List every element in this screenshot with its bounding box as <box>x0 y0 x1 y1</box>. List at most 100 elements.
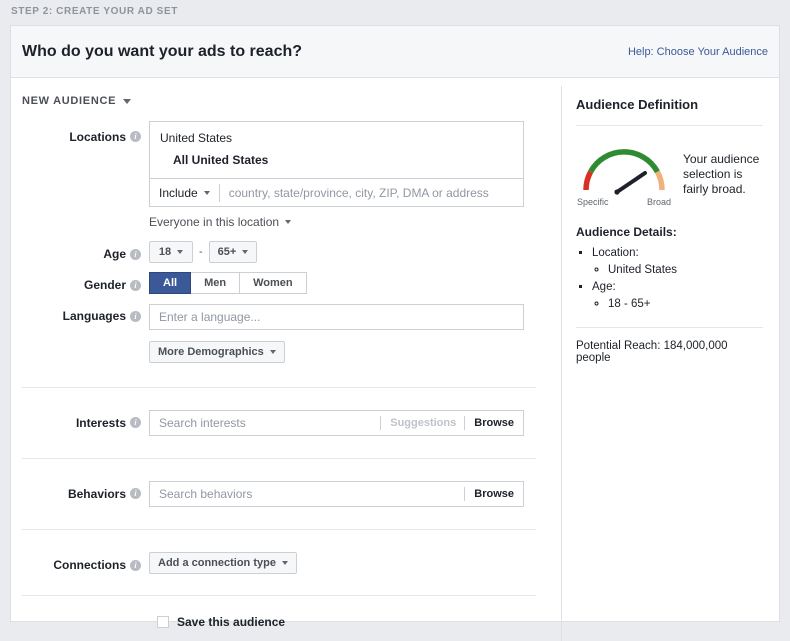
languages-placeholder: Enter a language... <box>159 310 261 324</box>
gauge-labels: Specific Broad <box>576 197 672 207</box>
gender-row: Gender i All Men Women <box>11 272 561 294</box>
behaviors-input[interactable]: Search behaviors Browse <box>149 481 524 507</box>
connections-label: Connections <box>53 558 126 572</box>
locations-sub-item[interactable]: All United States <box>160 153 513 167</box>
age-row: Age i 18 - 65+ <box>11 241 561 263</box>
behaviors-label: Behaviors <box>67 486 126 501</box>
interests-label: Interests <box>75 415 126 430</box>
info-icon[interactable]: i <box>130 559 141 571</box>
audience-gauge: Specific Broad <box>576 140 672 207</box>
card-header: Who do you want your ads to reach? Help:… <box>11 26 779 78</box>
audience-definition-title: Audience Definition <box>576 97 699 112</box>
interests-row: Interests i Search interests Suggestions… <box>11 410 561 436</box>
page-title: Who do you want your ads to reach? <box>22 42 303 60</box>
chevron-down-icon <box>242 250 249 254</box>
gender-label-group: Gender i <box>11 272 149 294</box>
sidebar-divider <box>576 327 763 328</box>
locations-label-group: Locations i <box>11 121 149 144</box>
locations-country: United States <box>160 131 233 145</box>
languages-input[interactable]: Enter a language... <box>149 304 524 330</box>
chevron-down-icon <box>177 250 184 254</box>
audience-details-list: Location: United States Age: 18 - 65+ <box>576 245 763 313</box>
interests-browse-button[interactable]: Browse <box>464 416 514 430</box>
locations-row: Locations i United States All United Sta… <box>11 121 561 229</box>
audience-definition-panel: Audience Definition Specific Broad Your … <box>562 78 779 622</box>
detail-location-values: United States <box>592 262 763 279</box>
interests-label-group: Interests i <box>11 410 149 432</box>
behaviors-field: Search behaviors Browse <box>149 481 561 507</box>
more-demographics-button[interactable]: More Demographics <box>149 341 285 363</box>
locations-input-row: Include country, state/province, city, Z… <box>150 178 523 206</box>
detail-item-location: Location: United States <box>592 245 763 279</box>
chevron-down-icon <box>285 220 292 224</box>
gender-option-women[interactable]: Women <box>240 272 307 294</box>
locations-include-label: Include <box>159 185 198 200</box>
detail-age-label: Age: <box>592 281 616 293</box>
interests-input[interactable]: Search interests Suggestions Browse <box>149 410 524 436</box>
info-icon[interactable]: i <box>130 279 141 291</box>
help-link[interactable]: Help: Choose Your Audience <box>628 46 768 58</box>
age-separator: - <box>199 246 203 258</box>
behaviors-browse-button[interactable]: Browse <box>464 487 514 501</box>
info-icon[interactable]: i <box>130 310 141 322</box>
ad-set-card: Who do you want your ads to reach? Help:… <box>10 25 780 641</box>
age-label: Age <box>103 247 126 261</box>
potential-reach: Potential Reach: 184,000,000 people <box>576 340 728 364</box>
gauge-icon <box>583 149 665 195</box>
info-icon[interactable]: i <box>130 131 141 142</box>
step-bar-label: STEP 2: CREATE YOUR AD SET <box>11 5 178 17</box>
add-connection-type-button[interactable]: Add a connection type <box>149 552 297 574</box>
gender-option-men[interactable]: Men <box>191 272 241 294</box>
languages-field: Enter a language... More Demographics <box>149 304 561 363</box>
languages-label: Languages <box>62 309 126 323</box>
section-divider <box>22 387 536 388</box>
audience-selector-label: NEW AUDIENCE <box>22 95 117 107</box>
detail-age-value: 18 - 65+ <box>608 296 763 313</box>
locations-box: United States All United States Include … <box>149 121 524 207</box>
save-audience-checkbox[interactable] <box>157 616 169 628</box>
more-demographics-wrap: More Demographics <box>149 341 536 363</box>
sidebar-divider <box>576 125 763 126</box>
info-icon[interactable]: i <box>130 488 141 499</box>
save-audience-row[interactable]: Save this audience <box>11 615 561 629</box>
interests-placeholder: Search interests <box>159 416 246 430</box>
audience-form: NEW AUDIENCE Locations i United States A… <box>11 78 561 629</box>
age-max-dropdown[interactable]: 65+ <box>208 241 258 263</box>
gender-field: All Men Women <box>149 272 561 294</box>
detail-item-age: Age: 18 - 65+ <box>592 279 763 313</box>
behaviors-placeholder: Search behaviors <box>159 487 253 501</box>
section-divider <box>22 458 536 459</box>
behaviors-label-group: Behaviors i <box>11 481 149 503</box>
age-min-dropdown[interactable]: 18 <box>149 241 193 263</box>
age-min-value: 18 <box>158 246 172 258</box>
age-label-group: Age i <box>11 241 149 263</box>
chevron-down-icon <box>269 350 276 354</box>
age-field: 18 - 65+ <box>149 241 561 263</box>
locations-selected-list: United States All United States <box>150 122 523 178</box>
audience-gauge-block: Specific Broad Your audience selection i… <box>576 140 763 207</box>
step-bar: STEP 2: CREATE YOUR AD SET <box>0 0 790 22</box>
card-body: NEW AUDIENCE Locations i United States A… <box>11 78 779 641</box>
locations-label: Locations <box>69 129 126 144</box>
info-icon[interactable]: i <box>130 248 141 260</box>
connections-field: Add a connection type <box>149 552 561 574</box>
gender-toggle-group: All Men Women <box>149 272 536 294</box>
locations-search-input[interactable]: country, state/province, city, ZIP, DMA … <box>220 186 489 200</box>
add-connection-type-label: Add a connection type <box>158 557 276 569</box>
gender-option-all[interactable]: All <box>149 272 192 294</box>
detail-location-label: Location: <box>592 247 639 259</box>
gauge-label-specific: Specific <box>577 197 609 207</box>
locations-include-dropdown[interactable]: Include <box>159 183 220 202</box>
save-audience-label: Save this audience <box>177 615 286 629</box>
behaviors-row: Behaviors i Search behaviors Browse <box>11 481 561 507</box>
gauge-description: Your audience selection is fairly broad. <box>683 152 760 196</box>
detail-location-value: United States <box>608 262 763 279</box>
connections-label-group: Connections i <box>11 552 149 574</box>
info-icon[interactable]: i <box>130 417 141 428</box>
audience-selector-dropdown[interactable]: NEW AUDIENCE <box>11 78 132 121</box>
connections-row: Connections i Add a connection type <box>11 552 561 574</box>
interests-suggestions-button[interactable]: Suggestions <box>380 416 456 430</box>
section-divider <box>22 529 536 530</box>
locations-scope-dropdown[interactable]: Everyone in this location <box>149 215 292 229</box>
chevron-down-icon <box>281 561 288 565</box>
